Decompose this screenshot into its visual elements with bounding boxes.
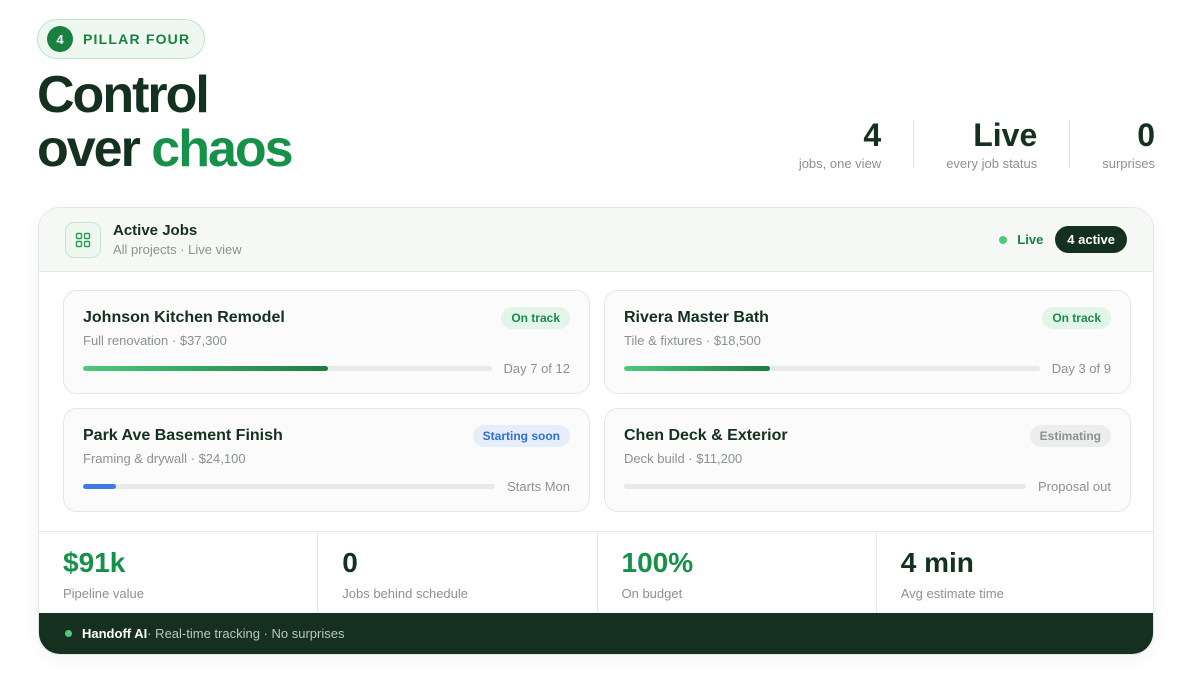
progress-fill [83, 484, 116, 489]
title-line-2-prefix: over [37, 120, 141, 178]
stat-value: 0 [1137, 117, 1155, 153]
footer-bar: Handoff AI · Real-time tracking · No sur… [39, 613, 1153, 654]
footer-brand: Handoff AI [82, 626, 148, 641]
metric-pipeline-value: $91k Pipeline value [39, 532, 317, 615]
summary-stats: 4 jobs, one view Live every job status 0… [799, 116, 1155, 171]
metric-label: Jobs behind schedule [342, 586, 469, 601]
progress-fill [624, 366, 770, 371]
active-jobs-panel: Active Jobs All projects · Live view Liv… [38, 207, 1154, 655]
job-meta: Deck build · $11,200 [624, 451, 743, 466]
status-badge: On track [1042, 307, 1111, 329]
footer-tagline: · Real-time tracking · No surprises [147, 626, 345, 641]
job-card-park-ave[interactable]: Park Ave Basement Finish Framing & drywa… [63, 408, 590, 512]
job-meta: Full renovation · $37,300 [83, 333, 227, 348]
metric-value: 100% [621, 547, 694, 578]
status-badge: Starting soon [472, 425, 570, 447]
stat-jobs: 4 jobs, one view [799, 116, 881, 171]
panel-title: Active Jobs [113, 222, 198, 239]
status-badge: Estimating [1029, 425, 1111, 447]
metric-value: $91k [63, 547, 126, 578]
metrics-row: $91k Pipeline value 0 Jobs behind schedu… [39, 531, 1153, 615]
live-indicator-dot [999, 235, 1008, 244]
job-meta: Framing & drywall · $24,100 [83, 451, 246, 466]
title-line-1: Control [37, 66, 210, 124]
progress-label: Proposal out [1038, 479, 1111, 494]
job-name: Johnson Kitchen Remodel [83, 309, 285, 326]
progress-label: Starts Mon [507, 479, 570, 494]
job-card-chen[interactable]: Chen Deck & Exterior Deck build · $11,20… [604, 408, 1131, 512]
progress-label: Day 3 of 9 [1051, 361, 1111, 376]
metric-label: Pipeline value [63, 586, 144, 601]
job-grid: Johnson Kitchen Remodel Full renovation … [63, 290, 1131, 512]
metric-jobs-behind: 0 Jobs behind schedule [317, 532, 596, 615]
metric-label: On budget [621, 586, 683, 601]
page-title: Control over chaos [37, 66, 294, 178]
pillar-badge: 4 PILLAR FOUR [37, 19, 206, 59]
progress-row: Day 3 of 9 [624, 361, 1111, 376]
panel-subtitle: All projects · Live view [113, 242, 242, 257]
live-label: Live [1017, 232, 1044, 247]
progress-track [83, 484, 496, 489]
progress-track [83, 366, 492, 371]
stat-surprises: 0 surprises [1070, 116, 1155, 171]
active-count-badge: 4 active [1055, 226, 1127, 253]
metric-estimate-time: 4 min Avg estimate time [875, 532, 1153, 615]
progress-label: Day 7 of 12 [503, 361, 571, 376]
progress-row: Proposal out [624, 479, 1111, 494]
metric-label: Avg estimate time [900, 586, 1004, 601]
metric-on-budget: 100% On budget [596, 532, 876, 615]
stat-label: every job status [946, 156, 1038, 171]
stat-label: jobs, one view [798, 156, 882, 171]
stat-label: surprises [1102, 156, 1155, 171]
status-dot [65, 630, 72, 637]
progress-fill [83, 366, 329, 371]
progress-track [624, 366, 1040, 371]
job-meta: Tile & fixtures · $18,500 [624, 333, 761, 348]
panel-header: Active Jobs All projects · Live view Liv… [39, 208, 1153, 272]
title-line-2: over chaos [37, 120, 294, 178]
stat-live: Live every job status [914, 116, 1037, 171]
metric-value: 0 [342, 547, 358, 578]
status-badge: On track [501, 307, 570, 329]
progress-track [624, 484, 1026, 489]
stat-value: 4 [863, 117, 882, 153]
title-line-2-accent: chaos [151, 120, 293, 178]
pillar-number: 4 [47, 26, 73, 52]
stat-value: Live [973, 117, 1038, 153]
progress-row: Starts Mon [83, 479, 570, 494]
job-card-rivera[interactable]: Rivera Master Bath Tile & fixtures · $18… [604, 290, 1131, 394]
pillar-label: PILLAR FOUR [83, 31, 191, 47]
metric-value: 4 min [900, 547, 974, 578]
grid-icon [65, 221, 101, 258]
progress-row: Day 7 of 12 [83, 361, 570, 376]
job-name: Rivera Master Bath [624, 309, 769, 326]
panel-heading: Active Jobs All projects · Live view [113, 222, 999, 257]
job-card-johnson[interactable]: Johnson Kitchen Remodel Full renovation … [63, 290, 590, 394]
